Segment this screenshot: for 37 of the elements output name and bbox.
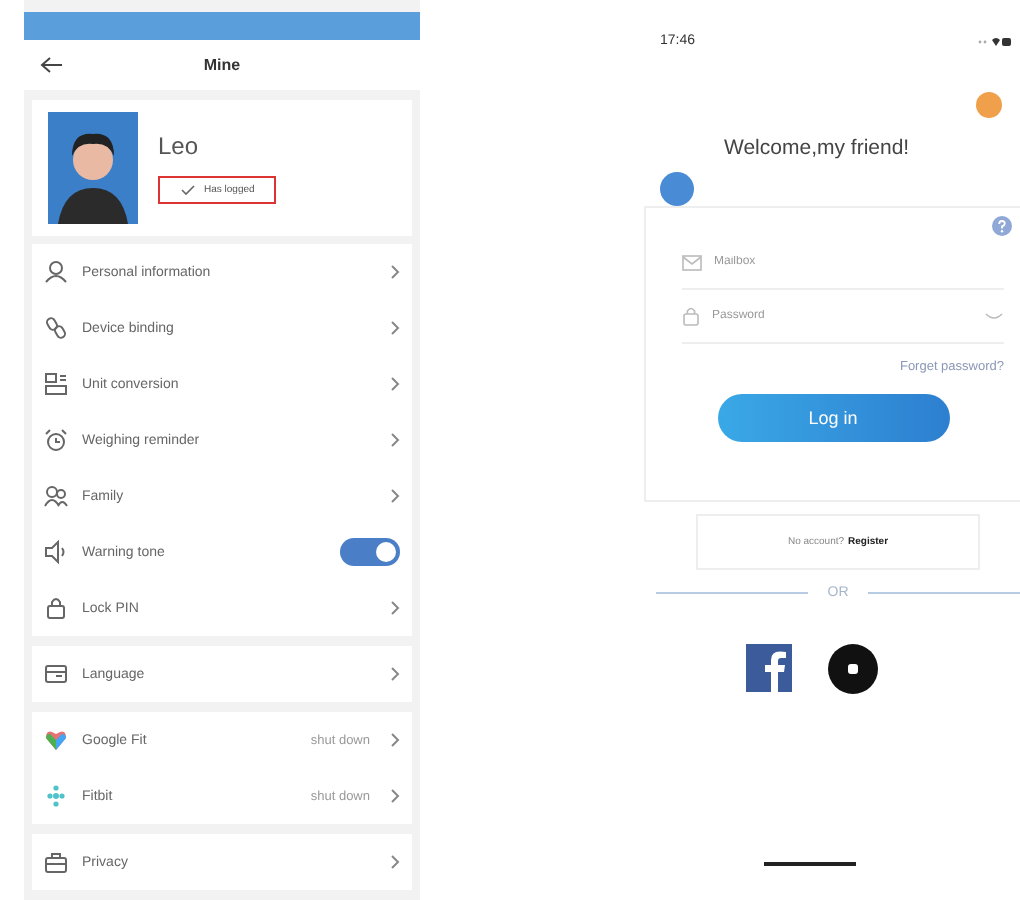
chevron-icon <box>390 432 400 448</box>
briefcase-icon <box>44 850 68 874</box>
squares-icon <box>44 372 68 396</box>
chevron-icon <box>390 264 400 280</box>
login-button[interactable]: Log in <box>717 394 949 442</box>
chevron-icon <box>390 666 400 682</box>
welcome-title: Welcome,my friend! <box>724 136 910 160</box>
chevron-icon <box>390 854 400 870</box>
facebook-icon[interactable] <box>746 644 792 692</box>
lock-icon <box>682 306 700 326</box>
decorative-dot <box>660 172 694 206</box>
alarm-clock-icon <box>44 428 68 452</box>
card-icon <box>44 662 68 686</box>
heart-icon <box>44 728 68 752</box>
mail-icon <box>682 253 702 271</box>
toggle-switch[interactable] <box>340 538 400 566</box>
user-name: Leo <box>158 132 201 160</box>
people-icon <box>44 484 68 508</box>
dots-icon <box>44 784 68 808</box>
chevron-icon <box>390 320 400 336</box>
lock-icon <box>44 596 68 620</box>
home-indicator <box>764 862 856 866</box>
eye-closed-icon <box>984 311 1004 321</box>
status-icons <box>976 35 1012 47</box>
chevron-icon <box>390 732 400 748</box>
screen-title: Mine <box>201 56 243 75</box>
back-arrow-icon[interactable] <box>40 56 64 75</box>
person-icon <box>44 260 68 284</box>
speaker-icon <box>44 540 68 564</box>
chevron-icon <box>390 788 400 804</box>
round-logo-icon[interactable] <box>828 644 878 694</box>
chevron-icon <box>390 488 400 504</box>
chevron-icon <box>390 600 400 616</box>
chevron-icon <box>390 376 400 392</box>
link-icon <box>44 316 68 340</box>
avatar-icon <box>48 112 138 224</box>
decorative-dot <box>976 92 1002 118</box>
